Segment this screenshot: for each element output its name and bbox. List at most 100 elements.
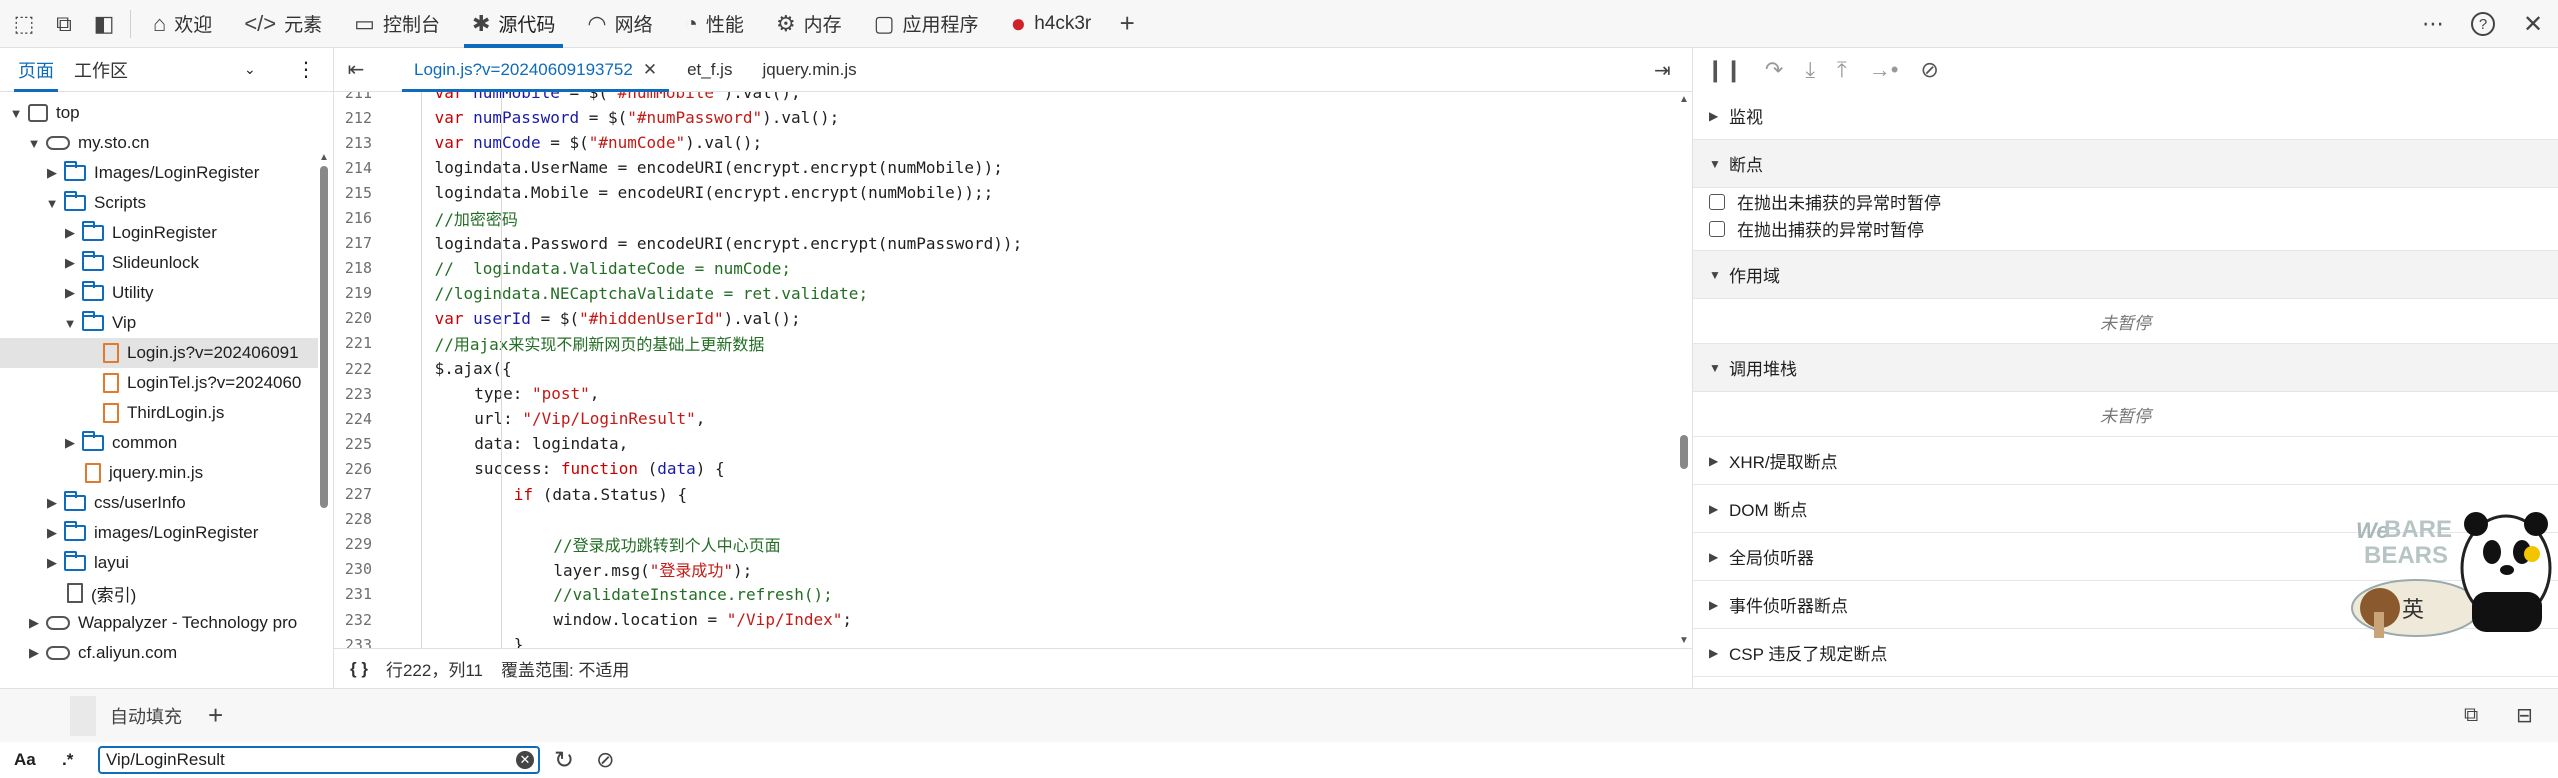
tree-item[interactable]: ThirdLogin.js [0, 398, 318, 428]
section-header[interactable]: ▼ 作用域 [1693, 251, 2558, 299]
tree-item[interactable]: ▶ Images/LoginRegister [0, 158, 318, 188]
line-number[interactable]: 217 [334, 234, 392, 252]
tree-item[interactable]: Login.js?v=202406091 [0, 338, 318, 368]
code-line[interactable]: 218 // logindata.ValidateCode = numCode; [334, 256, 1674, 281]
chevron-right-icon[interactable]: ▶ [44, 555, 60, 571]
tab-bug[interactable]: ✱ 源代码 [456, 0, 571, 48]
line-number[interactable]: 224 [334, 410, 392, 428]
code-line[interactable]: 233} [334, 632, 1674, 648]
code-line[interactable]: 223 type: "post", [334, 381, 1674, 406]
chevron-right-icon[interactable]: ▶ [26, 645, 42, 661]
line-number[interactable]: 222 [334, 360, 392, 378]
chevron-right-icon[interactable]: ▶ [62, 435, 78, 451]
tree-item[interactable]: ▶ layui [0, 548, 318, 578]
editor-scrollbar[interactable]: ▲ ▼ [1676, 92, 1692, 648]
help-icon[interactable]: ? [2458, 0, 2508, 48]
chevron-right-icon[interactable]: ▶ [1709, 646, 1723, 660]
tab-gauge[interactable]: ◔ 性能 [669, 0, 760, 48]
line-number[interactable]: 223 [334, 385, 392, 403]
line-number[interactable]: 213 [334, 134, 392, 152]
tab-app[interactable]: ▢ 应用程序 [858, 0, 995, 48]
tab-console[interactable]: ▭ 控制台 [338, 0, 456, 48]
chevron-right-icon[interactable]: ▶ [62, 285, 78, 301]
scrollbar-thumb[interactable] [320, 166, 328, 508]
checkbox[interactable] [1709, 220, 1725, 237]
chevron-right-icon[interactable]: ▶ [44, 495, 60, 511]
breakpoint-option[interactable]: 在抛出未捕获的异常时暂停 [1693, 188, 2558, 215]
tab-workspace[interactable]: 工作区 [64, 48, 138, 92]
line-number[interactable]: 216 [334, 209, 392, 227]
tree-item[interactable]: ▶ LoginRegister [0, 218, 318, 248]
tree-item[interactable]: ▶ Slideunlock [0, 248, 318, 278]
chevron-right-icon[interactable]: ▶ [1709, 109, 1723, 123]
tree-item[interactable]: ▼ top [0, 98, 318, 128]
section-header[interactable]: ▼ 调用堆栈 [1693, 344, 2558, 392]
tree-item[interactable]: ▶ css/userInfo [0, 488, 318, 518]
section-header[interactable]: ▶ XHR/提取断点 [1693, 437, 2558, 485]
tree-item[interactable]: ▶ Wappalyzer - Technology pro [0, 608, 318, 638]
code-line[interactable]: 224 url: "/Vip/LoginResult", [334, 406, 1674, 431]
step-over-icon[interactable]: ↷ [1765, 57, 1783, 83]
code-area[interactable]: 211 var numMobile = $("#numMobile").val()… [334, 92, 1674, 648]
navigator-scrollbar[interactable]: ▲ [318, 152, 330, 712]
line-number[interactable]: 219 [334, 284, 392, 302]
line-number[interactable]: 220 [334, 309, 392, 327]
device-emulation-icon[interactable]: ⧉ [44, 0, 84, 48]
code-line[interactable]: 227 if (data.Status) { [334, 482, 1674, 507]
chevron-down-icon[interactable]: ⌄ [244, 61, 256, 78]
chevron-right-icon[interactable]: ▶ [1709, 598, 1723, 612]
tree-item[interactable]: ▶ common [0, 428, 318, 458]
scroll-up-icon[interactable]: ▲ [318, 152, 330, 163]
code-line[interactable]: 225 data: logindata, [334, 431, 1674, 456]
chevron-right-icon[interactable]: ▶ [1709, 550, 1723, 564]
toggle-debugger-icon[interactable]: ⇥ [1654, 58, 1671, 83]
code-line[interactable]: 222 $.ajax({ [334, 356, 1674, 381]
cancel-search-icon[interactable]: ⊘ [596, 747, 614, 773]
clear-search-icon[interactable]: ✕ [516, 751, 534, 769]
tree-item[interactable]: jquery.min.js [0, 458, 318, 488]
scroll-up-icon[interactable]: ▲ [1676, 94, 1692, 105]
editor-tab[interactable]: jquery.min.js [750, 48, 868, 92]
drawer-dock-icon[interactable]: ⧉ [2464, 704, 2478, 727]
code-line[interactable]: 220 var userId = $("#hiddenUserId").val()… [334, 306, 1674, 331]
scroll-down-icon[interactable]: ▼ [1679, 635, 1689, 646]
line-number[interactable]: 229 [334, 535, 392, 553]
pretty-print-button[interactable]: { } [350, 659, 368, 679]
chevron-right-icon[interactable]: ▶ [1709, 454, 1723, 468]
tab-pages[interactable]: 页面 [8, 48, 64, 92]
close-devtools-icon[interactable]: ✕ [2508, 0, 2558, 48]
code-line[interactable]: 232 window.location = "/Vip/Index"; [334, 607, 1674, 632]
pause-icon[interactable]: ❙❙ [1706, 57, 1743, 83]
navigator-more-icon[interactable]: ⋮ [296, 57, 316, 82]
close-tab-icon[interactable]: ✕ [643, 60, 657, 80]
line-number[interactable]: 231 [334, 585, 392, 603]
tree-item[interactable]: ▶ cf.aliyun.com [0, 638, 318, 664]
code-line[interactable]: 212 var numPassword = $("#numPassword").v… [334, 105, 1674, 130]
chevron-right-icon[interactable]: ▶ [26, 615, 42, 631]
refresh-icon[interactable]: ↻ [554, 746, 574, 775]
drawer-tab-placeholder[interactable] [70, 695, 96, 736]
line-number[interactable]: 214 [334, 159, 392, 177]
step-icon[interactable]: →• [1869, 57, 1899, 83]
tab-code[interactable]: </> 元素 [228, 0, 338, 48]
chevron-right-icon[interactable]: ▶ [62, 255, 78, 271]
line-number[interactable]: 230 [334, 560, 392, 578]
match-case-toggle[interactable]: Aa [14, 750, 62, 770]
code-line[interactable]: 228 [334, 507, 1674, 532]
inspect-element-icon[interactable]: ⬚ [4, 0, 44, 48]
editor-tab[interactable]: Login.js?v=20240609193752 ✕ [402, 48, 670, 92]
tab-wifi[interactable]: ◠ 网络 [571, 0, 668, 48]
code-line[interactable]: 213 var numCode = $("#numCode").val(); [334, 130, 1674, 155]
chevron-down-icon[interactable]: ▼ [8, 106, 24, 121]
toggle-navigator-icon[interactable]: ⇤ [334, 48, 378, 92]
line-number[interactable]: 215 [334, 184, 392, 202]
tab-home[interactable]: ⌂ 欢迎 [137, 0, 228, 48]
tab-among-us[interactable]: ● h4ck3r [995, 0, 1108, 48]
code-line[interactable]: 214 logindata.UserName = encodeURI(encryp… [334, 155, 1674, 180]
line-number[interactable]: 227 [334, 485, 392, 503]
checkbox[interactable] [1709, 193, 1725, 210]
chevron-down-icon[interactable]: ▼ [44, 196, 60, 211]
tree-item[interactable]: LoginTel.js?v=2024060 [0, 368, 318, 398]
deactivate-breakpoints-icon[interactable]: ⊘ [1920, 57, 1938, 83]
add-tab-icon[interactable]: + [1107, 0, 1147, 48]
